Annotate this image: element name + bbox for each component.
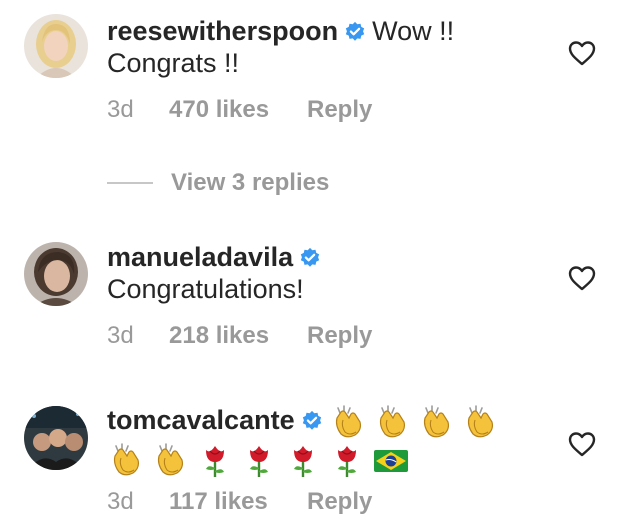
clapping-hands-icon [461,404,501,440]
replies-divider [107,182,153,184]
verified-badge-icon [344,21,366,43]
rose-icon [283,442,323,478]
reply-button[interactable]: Reply [307,96,372,124]
comment-time: 3d [107,488,134,515]
rose-icon [327,442,367,478]
view-replies-label: View 3 replies [171,169,330,196]
verified-badge-icon [301,410,323,432]
rose-icon [239,442,279,478]
comment-meta: 3d 218 likes Reply [107,322,372,350]
comment-meta: 3d 117 likes Reply [107,488,372,516]
view-replies-button[interactable]: View 3 replies [107,168,329,198]
username[interactable]: reesewitherspoon [107,16,338,46]
comment-time: 3d [107,322,134,349]
comment-text-line2: Congrats !! [107,48,240,78]
clapping-hands-icon [151,442,191,478]
avatar-tomcavalcante-image [24,406,88,470]
avatar[interactable] [24,242,88,306]
comment-text-line2: Congratulations! [107,274,304,304]
likes-count[interactable]: 117 likes [169,488,307,516]
likes-count[interactable]: 218 likes [169,322,307,350]
verified-badge-icon [299,247,321,269]
comment-meta: 3d 470 likes Reply [107,96,372,124]
clapping-hands-icon [329,404,369,440]
avatar[interactable] [24,406,88,470]
emoji-row [329,404,505,440]
avatar[interactable] [24,14,88,78]
username[interactable]: manueladavila [107,242,293,272]
like-heart-icon[interactable] [566,37,598,69]
clapping-hands-icon [373,404,413,440]
reply-button[interactable]: Reply [307,488,372,516]
likes-count[interactable]: 470 likes [169,96,307,124]
brazil-flag-icon [371,442,411,478]
like-heart-icon[interactable] [566,262,598,294]
avatar-manueladavila-image [24,242,88,306]
clapping-hands-icon [417,404,457,440]
reply-button[interactable]: Reply [307,322,372,350]
avatar-reesewitherspoon-image [24,14,88,78]
comment-time: 3d [107,96,134,123]
comment-text: Wow !! [372,16,455,46]
username[interactable]: tomcavalcante [107,405,295,435]
emoji-row [107,442,415,478]
clapping-hands-icon [107,442,147,478]
rose-icon [195,442,235,478]
like-heart-icon[interactable] [566,428,598,460]
